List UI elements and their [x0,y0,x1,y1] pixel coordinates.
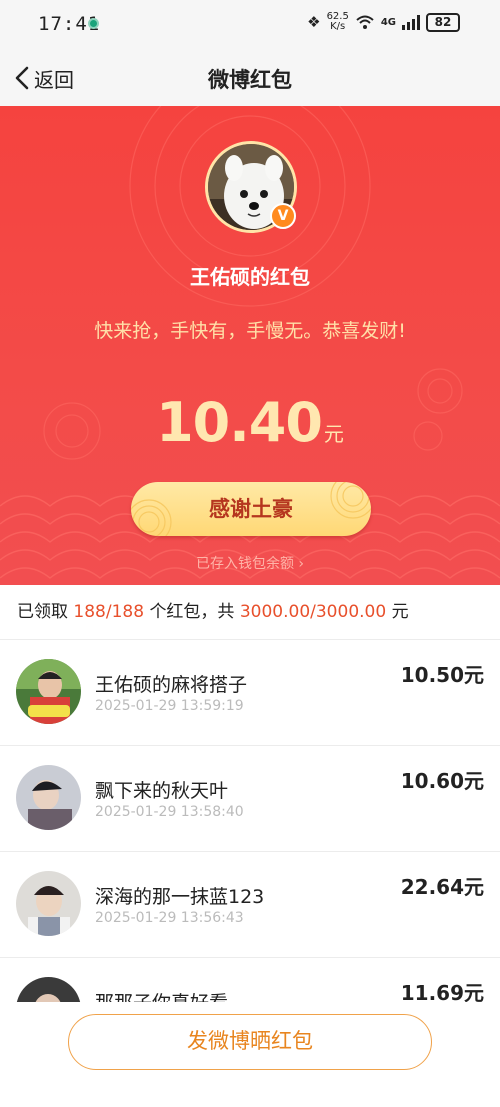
wallet-link-label: 已存入钱包余额 [195,556,294,572]
summary-count: 188/188 [73,602,145,622]
signal-icon [402,14,420,30]
thanks-button-label: 感谢土豪 [209,497,293,521]
user-avatar-icon [16,977,81,1002]
avatar[interactable] [16,659,81,724]
amount-unit: 元 [323,422,344,446]
summary-middle: 个红包，共 [149,602,235,622]
receiver-name: 王佑硕的麻将搭子 [95,674,248,696]
summary-prefix: 已领取 [17,602,68,622]
sender-title: 王佑硕的红包 [190,265,310,289]
blessing-text: 快来抢，手快有，手慢无。恭喜发财! [94,320,406,342]
page-title: 微博红包 [208,68,292,92]
avatar[interactable] [16,871,81,936]
battery-icon: 82 [426,12,460,32]
red-packet-header: V 王佑硕的红包 快来抢，手快有，手慢无。恭喜发财! 10.40 元 感谢土豪 已… [0,106,500,585]
avatar[interactable] [16,765,81,830]
user-avatar-icon [16,765,81,830]
wifi-icon [356,15,374,29]
bottom-bar: 发微博晒红包 [0,1002,500,1107]
network-type: 4G [380,16,396,28]
list-item[interactable]: 深海的那一抹蓝123 2025-01-29 13:56:43 22.64元 [0,852,500,958]
net-speed-unit: K/s [330,21,346,32]
thanks-button[interactable]: 感谢土豪 [131,482,371,536]
receiver-name: 飘下来的秋天叶 [95,780,229,802]
avatar[interactable] [16,977,81,1002]
list-item[interactable]: 王佑硕的麻将搭子 2025-01-29 13:59:19 10.50元 [0,640,500,746]
status-indicators: ❖ 62.5 K/s 4G 82 [307,12,460,32]
summary-total: 3000.00/3000.00 [239,602,387,622]
amount-value: 10.40 [156,391,323,454]
receive-amount: 10.60元 [400,769,484,793]
share-red-packet-button[interactable]: 发微博晒红包 [68,1014,432,1070]
network-speed: 62.5 K/s [327,12,349,32]
user-avatar-icon [16,659,81,724]
receive-amount: 22.64元 [400,875,484,899]
list-item[interactable]: 那那子你真好看 11.69元 [0,958,500,1002]
status-bar: 17:41 ❖ 62.5 K/s 4G 82 [0,0,500,50]
receive-amount: 11.69元 [400,981,484,1002]
chevron-right-icon: › [298,556,305,572]
received-amount: 10.40 元 [0,391,500,454]
receive-time: 2025-01-29 13:58:40 [95,804,244,820]
nav-bar: 返回 微博红包 [0,50,500,106]
summary-unit: 元 [391,602,409,622]
user-avatar-icon [16,871,81,936]
receive-time: 2025-01-29 13:56:43 [95,910,244,926]
verified-badge-icon: V [270,203,296,229]
receiver-list[interactable]: 王佑硕的麻将搭子 2025-01-29 13:59:19 10.50元 飘下来的… [0,640,500,1002]
list-item[interactable]: 飘下来的秋天叶 2025-01-29 13:58:40 10.60元 [0,746,500,852]
receive-amount: 10.50元 [400,663,484,687]
notification-dot-icon [88,18,99,29]
bluetooth-icon: ❖ [307,13,321,31]
receiver-name: 那那子你真好看 [95,988,228,1002]
receiver-name: 深海的那一抹蓝123 [95,886,265,908]
receive-time: 2025-01-29 13:59:19 [95,698,244,714]
claim-summary: 已领取 188/188 个红包，共 3000.00/3000.00 元 [0,585,500,640]
wallet-balance-link[interactable]: 已存入钱包余额 › [0,553,500,573]
